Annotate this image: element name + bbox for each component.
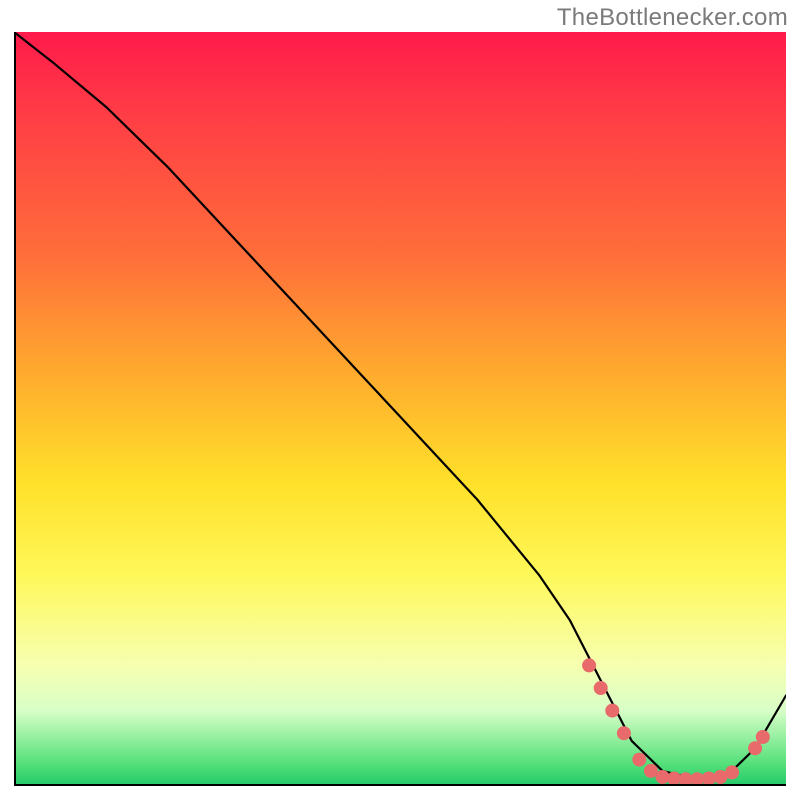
data-marker [582,658,596,672]
plot-area [14,32,786,786]
curve-layer [14,32,786,786]
data-marker [725,765,739,779]
data-marker [632,753,646,767]
data-marker [756,730,770,744]
data-marker [617,726,631,740]
bottleneck-curve [14,32,786,779]
data-marker [594,681,608,695]
chart-root: TheBottlenecker.com [0,0,800,800]
watermark-text: TheBottlenecker.com [557,4,788,32]
data-marker [605,704,619,718]
